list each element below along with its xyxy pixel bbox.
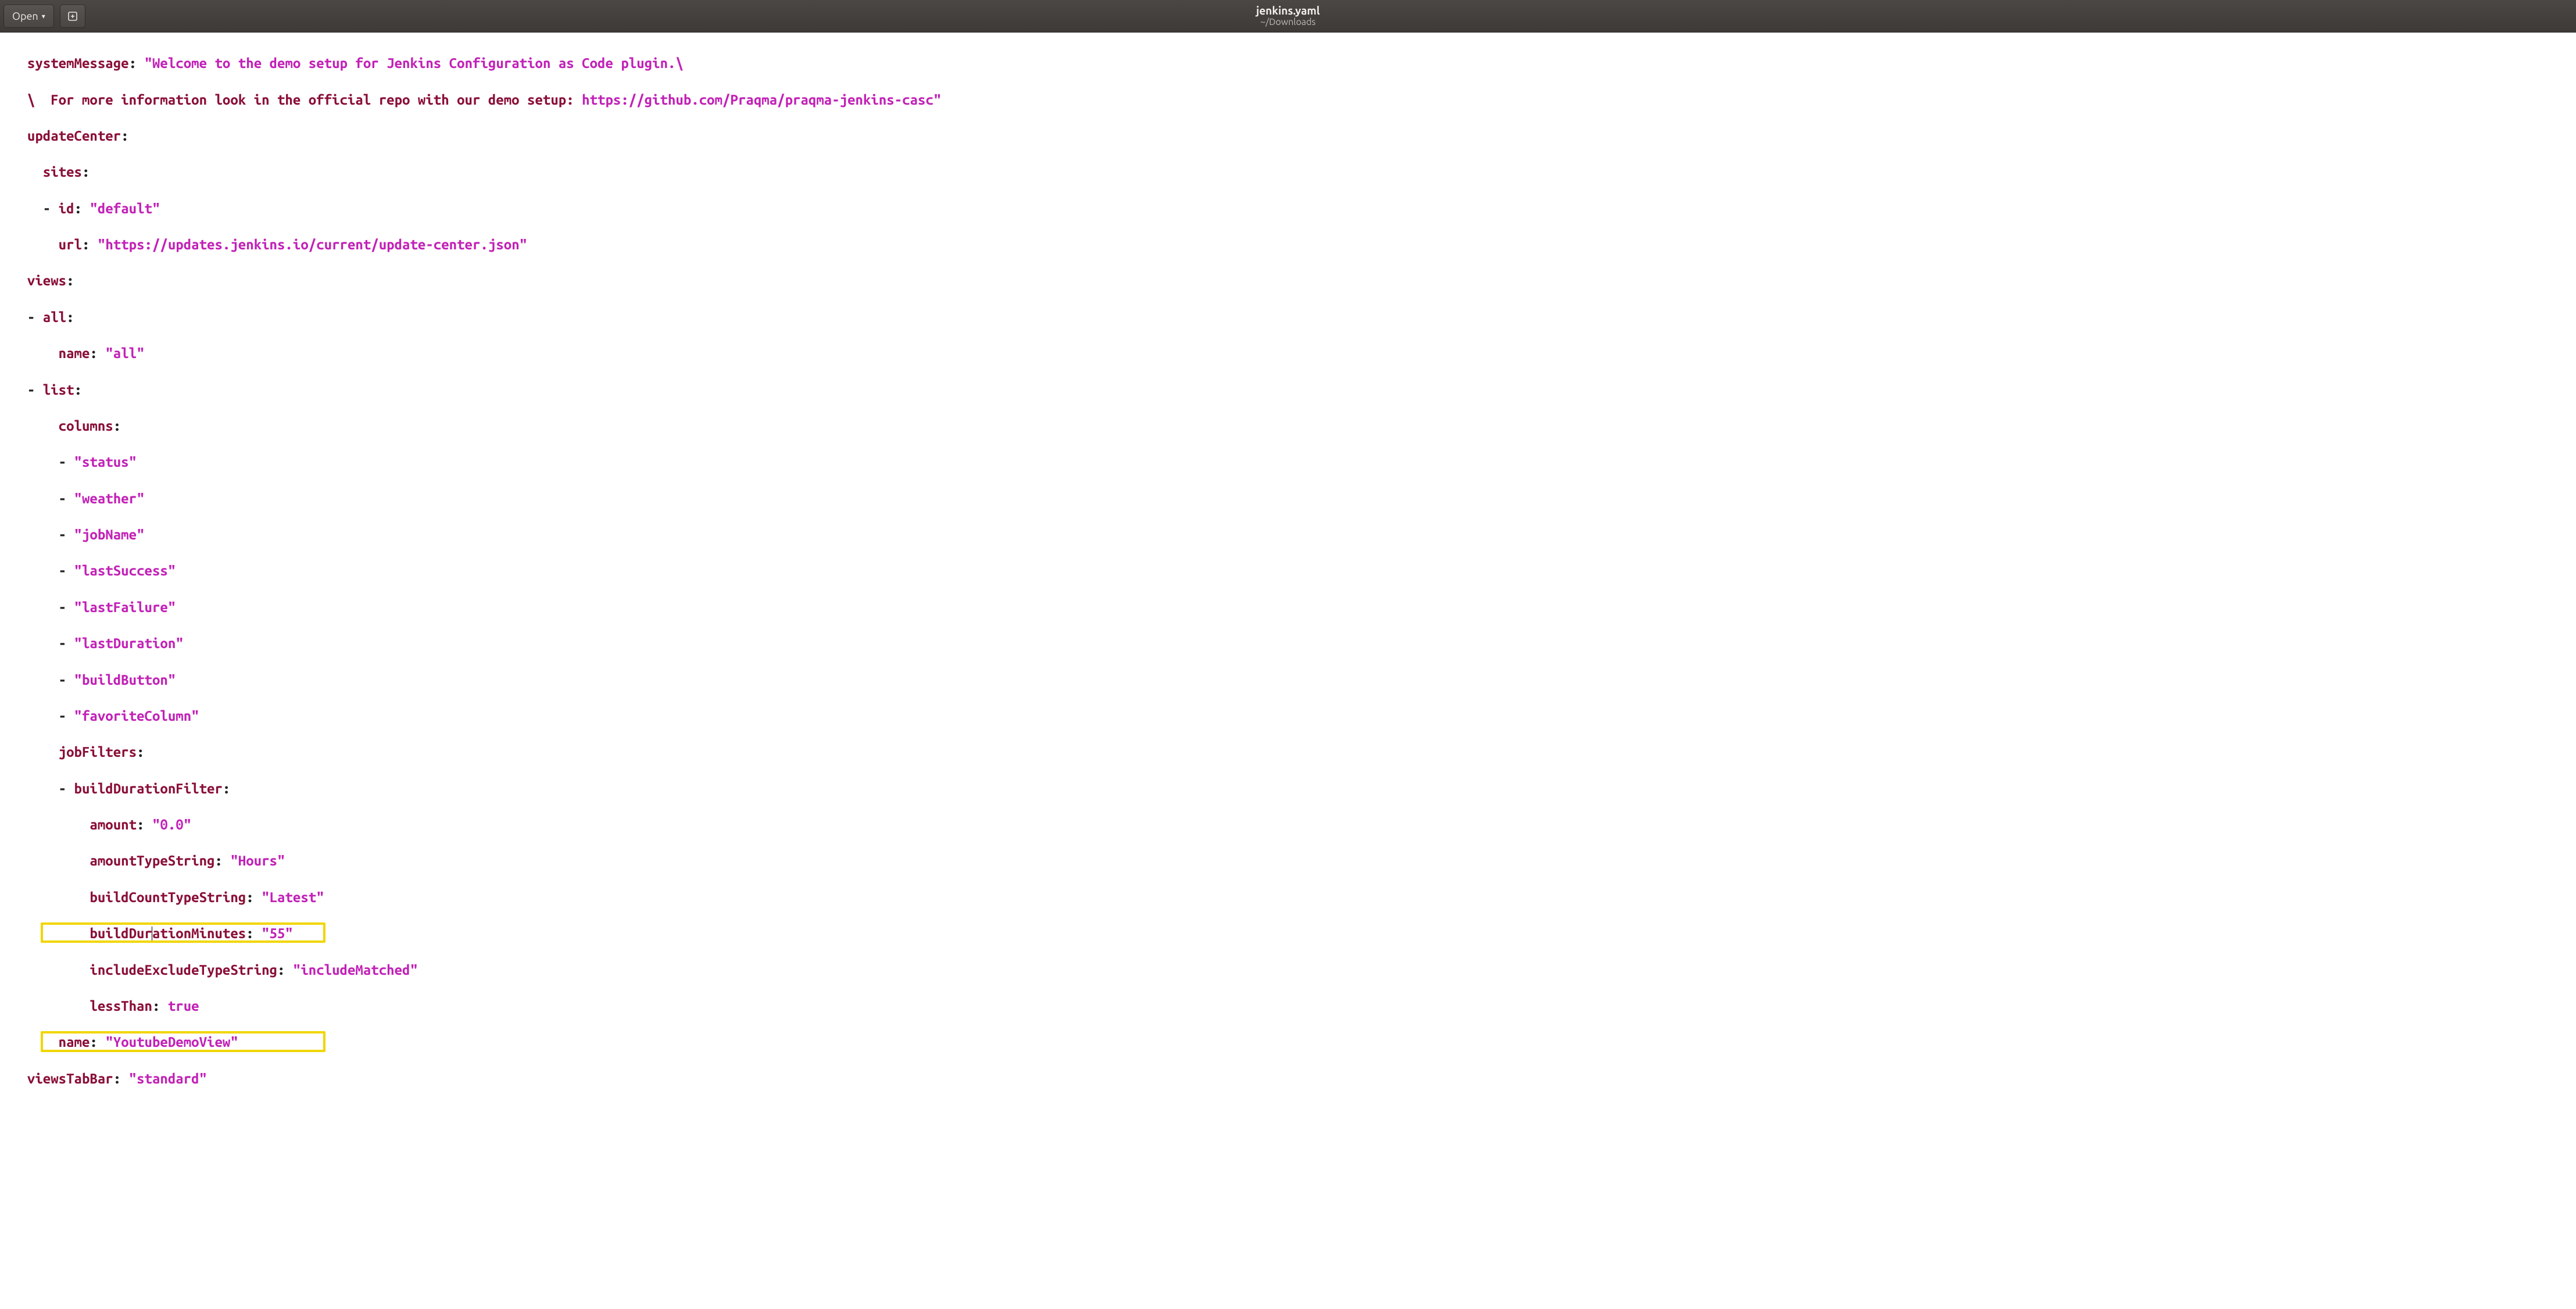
code-line: - "lastSuccess" <box>12 561 2564 580</box>
chevron-down-icon: ▾ <box>42 12 45 20</box>
text-editor[interactable]: systemMessage: "Welcome to the demo setu… <box>0 33 2576 1184</box>
open-button-label: Open <box>12 10 38 22</box>
code-line: - "status" <box>12 453 2564 471</box>
code-line: columns: <box>12 417 2564 435</box>
code-line: includeExcludeTypeString: "includeMatche… <box>12 961 2564 979</box>
code-line: viewsTabBar: "standard" <box>12 1070 2564 1088</box>
code-line: name: "YoutubeDemoView" <box>12 1033 2564 1051</box>
code-line: url: "https://updates.jenkins.io/current… <box>12 235 2564 253</box>
title-block: jenkins.yaml ~/Downloads <box>1256 4 1320 27</box>
code-line: views: <box>12 271 2564 289</box>
code-line: buildDurationMinutes: "55" <box>12 924 2564 942</box>
code-line: amount: "0.0" <box>12 816 2564 834</box>
code-line: \ For more information look in the offic… <box>12 91 2564 109</box>
code-line: - buildDurationFilter: <box>12 779 2564 797</box>
open-button[interactable]: Open ▾ <box>3 5 54 28</box>
code-line: amountTypeString: "Hours" <box>12 852 2564 870</box>
code-line: - list: <box>12 381 2564 399</box>
code-line: - all: <box>12 308 2564 326</box>
code-line: - id: "default" <box>12 199 2564 217</box>
code-line: - "weather" <box>12 489 2564 507</box>
code-line: updateCenter: <box>12 127 2564 145</box>
window-subtitle: ~/Downloads <box>1256 17 1320 27</box>
code-line: - "lastDuration" <box>12 634 2564 652</box>
window-header: Open ▾ jenkins.yaml ~/Downloads <box>0 0 2576 33</box>
code-line: - "favoriteColumn" <box>12 707 2564 725</box>
code-line: name: "all" <box>12 344 2564 362</box>
new-tab-button[interactable] <box>60 5 85 28</box>
new-tab-icon <box>67 10 78 22</box>
code-line: buildCountTypeString: "Latest" <box>12 888 2564 906</box>
code-line: sites: <box>12 163 2564 181</box>
code-line: systemMessage: "Welcome to the demo setu… <box>12 54 2564 72</box>
code-line: - "lastFailure" <box>12 598 2564 616</box>
code-line: lessThan: true <box>12 997 2564 1015</box>
code-line: - "buildButton" <box>12 671 2564 689</box>
code-line: - "jobName" <box>12 525 2564 543</box>
code-line: jobFilters: <box>12 743 2564 761</box>
window-title: jenkins.yaml <box>1256 4 1320 17</box>
